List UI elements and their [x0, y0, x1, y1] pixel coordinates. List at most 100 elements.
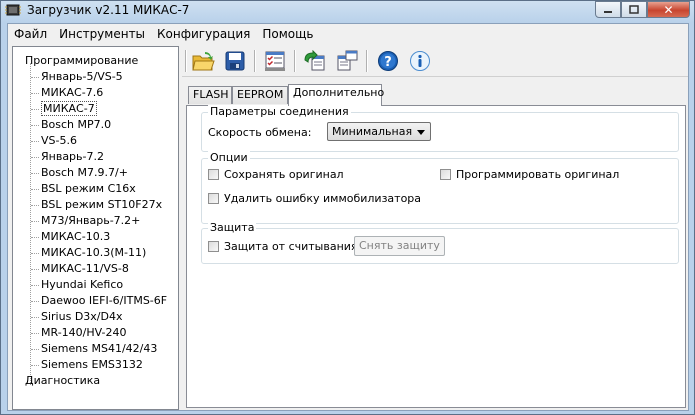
checkbox-box[interactable] [208, 169, 219, 180]
clear-immo-checkbox[interactable]: Удалить ошибку иммобилизатора [208, 192, 421, 205]
checkbox-box[interactable] [440, 169, 451, 180]
program-original-checkbox[interactable]: Программировать оригинал [440, 168, 619, 181]
tree-item[interactable]: Hyundai Kefico [30, 278, 124, 291]
tree-item[interactable]: MR-140/HV-240 [30, 326, 127, 339]
menu-tools[interactable]: Инструменты [53, 27, 151, 41]
connection-group-title: Параметры соединения [208, 105, 351, 118]
read-ecu-button[interactable] [302, 49, 328, 73]
help-icon: ? [378, 51, 398, 71]
tree-item-label: МИКАС-11/VS-8 [41, 262, 129, 275]
tree-item[interactable]: Январь-7.2 [31, 150, 104, 163]
tree-item[interactable]: Январь-5/VS-5 [31, 70, 123, 83]
help-button[interactable]: ? [375, 49, 401, 73]
tree-item[interactable]: Siemens EMS3132 [31, 358, 143, 371]
tree-root-programming[interactable]: Программирование [25, 54, 138, 67]
chevron-down-icon [417, 130, 425, 135]
tab-label: FLASH [193, 88, 229, 101]
tree-item-label: Siemens EMS3132 [41, 358, 143, 371]
tree-item[interactable]: Sirius D3x/D4x [30, 310, 123, 323]
tree-root-label: Программирование [25, 54, 139, 67]
options-group-title: Опции [208, 151, 250, 164]
menu-help[interactable]: Помощь [256, 27, 319, 41]
menu-configuration[interactable]: Конфигурация [151, 27, 256, 41]
info-button[interactable] [407, 49, 433, 73]
close-icon: ✕ [663, 2, 674, 17]
checkbox-box[interactable] [208, 241, 219, 252]
tree-item-label: M73/Январь-7.2+ [41, 214, 141, 227]
tree-item[interactable]: VS-5.6 [31, 134, 77, 147]
tab-eeprom[interactable]: EEPROM [232, 86, 288, 104]
title-bar[interactable]: Загрузчик v2.11 МИКАС-7 ✕ [1, 1, 694, 21]
tree-item[interactable]: BSL режим ST10F27x [30, 198, 163, 211]
tree-root-label: Диагностика [25, 374, 101, 387]
write-ecu-icon [337, 50, 358, 71]
tab-additional[interactable]: Дополнительно [288, 84, 385, 106]
read-protect-checkbox[interactable]: Защита от считывания [208, 240, 358, 253]
write-ecu-button[interactable] [334, 49, 360, 73]
tab-label: Дополнительно [293, 86, 385, 99]
tree-item-label: МИКАС-7.6 [41, 86, 104, 99]
tree-item[interactable]: M73/Январь-7.2+ [30, 214, 141, 227]
tree-item[interactable]: Bosch MP7.0 [30, 118, 111, 131]
window-title: Загрузчик v2.11 МИКАС-7 [27, 3, 190, 17]
checkbox-box[interactable] [208, 193, 219, 204]
tree-item-label: Sirius D3x/D4x [41, 310, 123, 323]
right-pane: ? FLASH EEPROM Дополнительно Параметры с… [182, 46, 688, 410]
tree-item-label: МИКАС-10.3 [41, 230, 111, 243]
tree-item[interactable]: Daewoo IEFI-6/ITMS-6F [30, 294, 168, 307]
save-icon [225, 51, 245, 71]
tree-item[interactable]: BSL режим C16x [31, 182, 136, 195]
speed-select-value: Минимальная [332, 125, 413, 138]
tree-item-label: МИКАС-10.3(M-11) [41, 246, 147, 259]
tree-item-label: BSL режим C16x [41, 182, 136, 195]
tree-item-label: Daewoo IEFI-6/ITMS-6F [41, 294, 168, 307]
toolbar-grip [185, 50, 187, 72]
ecu-tree[interactable]: Программирование Январь-5/VS-5 МИКАС-7.6… [12, 46, 179, 410]
save-original-checkbox[interactable]: Сохранять оригинал [208, 168, 344, 181]
tab-panel-additional: Параметры соединения Скорость обмена: Ми… [186, 105, 686, 408]
tree-root-diagnostics[interactable]: Диагностика [25, 374, 100, 387]
tree-item[interactable]: МИКАС-10.3(M-11) [30, 246, 147, 259]
speed-select[interactable]: Минимальная [327, 122, 431, 141]
tree-item[interactable]: МИКАС-11/VS-8 [31, 262, 129, 275]
tree-item-label: Январь-7.2 [41, 150, 104, 163]
program-original-label: Программировать оригинал [456, 168, 620, 181]
settings-button[interactable] [262, 49, 288, 73]
remove-protection-button[interactable]: Снять защиту [354, 236, 445, 256]
tab-flash[interactable]: FLASH [188, 86, 232, 104]
settings-checklist-icon [265, 51, 285, 71]
tree-item-label: Siemens MS41/42/43 [41, 342, 158, 355]
tree-item-label: МИКАС-7 [41, 101, 97, 116]
tree-item[interactable]: Bosch M7.9.7/+ [31, 166, 128, 179]
protection-group: Защита Защита от считывания Снять защиту [201, 221, 679, 264]
tree-item-label: BSL режим ST10F27x [41, 198, 163, 211]
tree-item[interactable]: МИКАС-7.6 [30, 86, 104, 99]
speed-label: Скорость обмена: [208, 126, 312, 139]
tree-item[interactable]: Siemens MS41/42/43 [30, 342, 158, 355]
close-button[interactable]: ✕ [647, 1, 690, 18]
toolbar-separator [294, 50, 296, 72]
connection-group: Параметры соединения Скорость обмена: Ми… [201, 105, 679, 152]
tree-guide-line [30, 63, 32, 385]
open-folder-icon [192, 52, 215, 71]
svg-text:?: ? [384, 55, 392, 70]
minimize-icon [604, 10, 612, 13]
maximize-button[interactable] [621, 1, 647, 18]
tree-item[interactable]: МИКАС-10.3 [30, 230, 111, 243]
tab-label: EEPROM [237, 88, 284, 101]
tree-item-label: Hyundai Kefico [41, 278, 124, 291]
tree-item-label: Январь-5/VS-5 [41, 70, 123, 83]
maximize-icon [629, 5, 639, 14]
toolbar-separator [366, 50, 368, 72]
open-button[interactable] [190, 49, 216, 73]
menu-file[interactable]: Файл [8, 27, 53, 41]
minimize-button[interactable] [595, 1, 621, 18]
tree-item-label: MR-140/HV-240 [41, 326, 127, 339]
tree-item-label: VS-5.6 [41, 134, 77, 147]
tree-item-selected[interactable]: МИКАС-7 [31, 101, 97, 116]
read-protect-label: Защита от считывания [224, 240, 358, 253]
save-button[interactable] [222, 49, 248, 73]
remove-protection-label: Снять защиту [359, 239, 440, 252]
app-chip-icon [5, 4, 21, 16]
protection-group-title: Защита [208, 221, 257, 234]
